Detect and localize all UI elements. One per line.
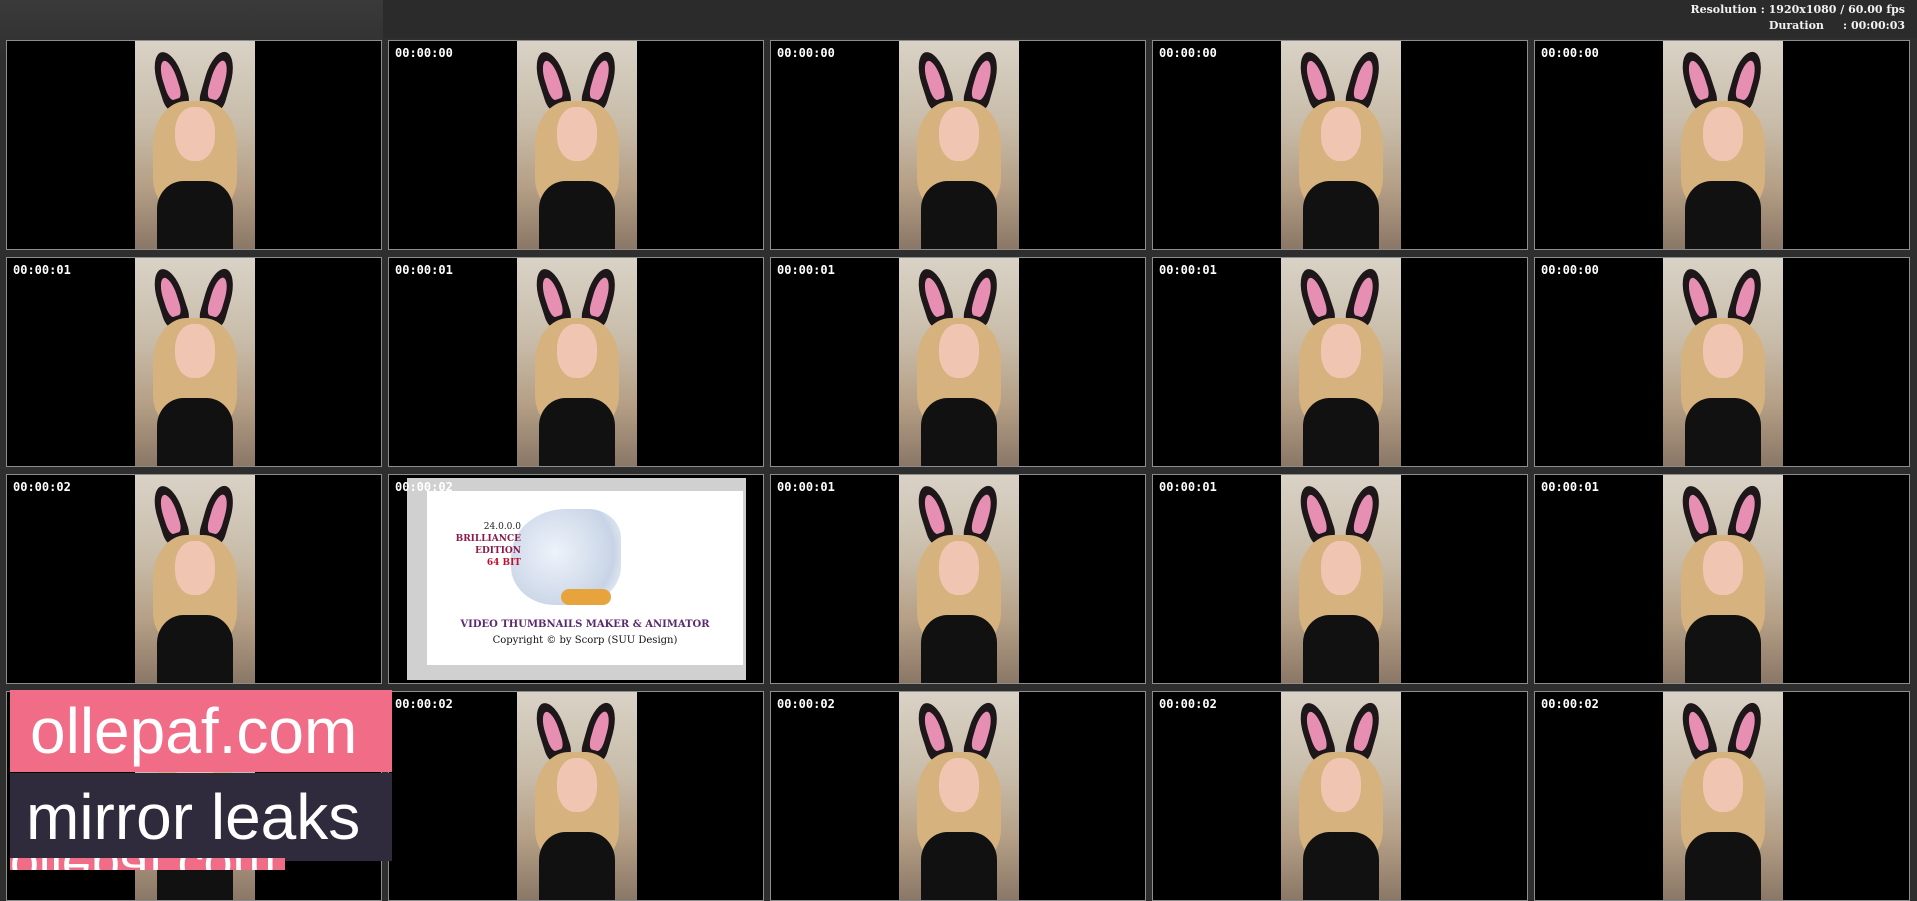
watermark-caption-banner: mirror leaks bbox=[10, 773, 392, 861]
thumbnail-tile[interactable]: 00:00:01 bbox=[388, 257, 764, 467]
version-info: 24.0.0.0 BRILLIANCE EDITION 64 BIT bbox=[441, 521, 521, 569]
owl-logo-icon bbox=[511, 509, 621, 605]
timestamp: 00:00:01 bbox=[1541, 480, 1599, 494]
edition-line-2: EDITION bbox=[475, 546, 521, 556]
thumbnail-tile[interactable]: 00:00:00 bbox=[1152, 40, 1528, 250]
version-number: 24.0.0.0 bbox=[483, 522, 521, 532]
thumbnail-tile[interactable]: 00:00:01 bbox=[1534, 474, 1910, 684]
timestamp: 00:00:00 bbox=[395, 46, 453, 60]
resolution-label: Resolution bbox=[1690, 3, 1757, 16]
splash-title: VIDEO THUMBNAILS MAKER & ANIMATOR bbox=[460, 619, 710, 630]
thumbnail-tile[interactable]: 00:00:00 bbox=[1534, 40, 1910, 250]
timestamp: 00:00:02 bbox=[777, 697, 835, 711]
watermark-repeat-strip: ollepaf.com bbox=[10, 858, 285, 870]
timestamp: 00:00:01 bbox=[13, 263, 71, 277]
timestamp: 00:00:01 bbox=[1159, 480, 1217, 494]
timestamp: 00:00:01 bbox=[395, 263, 453, 277]
timestamp: 00:00:01 bbox=[777, 480, 835, 494]
edition-line-1: BRILLIANCE bbox=[455, 534, 521, 544]
thumbnail-tile[interactable]: 00:00:01 bbox=[770, 474, 1146, 684]
timestamp: 00:00:00 bbox=[1159, 46, 1217, 60]
video-metadata: Resolution : 1920x1080 / 60.00 fps Durat… bbox=[1690, 3, 1905, 32]
thumbnail-tile[interactable]: 00:00:01 bbox=[770, 257, 1146, 467]
duration-value: 00:00:03 bbox=[1850, 19, 1905, 32]
thumbnail-tile[interactable]: 00:00:01 bbox=[1152, 474, 1528, 684]
timestamp: 00:00:02 bbox=[1541, 697, 1599, 711]
timestamp: 00:00:02 bbox=[395, 697, 453, 711]
timestamp: 00:00:02 bbox=[395, 480, 453, 494]
thumbnail-tile[interactable]: 00:00:01 bbox=[1152, 257, 1528, 467]
timestamp: 00:00:01 bbox=[1159, 263, 1217, 277]
timestamp: 00:00:02 bbox=[13, 480, 71, 494]
thumbnail-tile[interactable] bbox=[6, 40, 382, 250]
thumbnail-tile[interactable]: 00:00:00 bbox=[1534, 257, 1910, 467]
thumbnail-tile[interactable]: 00:00:00 bbox=[388, 40, 764, 250]
thumbnail-tile[interactable]: 00:00:01 bbox=[6, 257, 382, 467]
timestamp: 00:00:00 bbox=[1541, 46, 1599, 60]
thumbnail-tile[interactable]: 00:00:00 bbox=[770, 40, 1146, 250]
bits-label: 64 BIT bbox=[486, 558, 521, 568]
timestamp: 00:00:01 bbox=[777, 263, 835, 277]
splash-frame: 24.0.0.0 BRILLIANCE EDITION 64 BIT VIDEO… bbox=[407, 478, 746, 680]
watermark-site-banner: ollepaf.com bbox=[10, 690, 392, 772]
timestamp: 00:00:00 bbox=[777, 46, 835, 60]
splash-screen: 24.0.0.0 BRILLIANCE EDITION 64 BIT VIDEO… bbox=[427, 491, 743, 665]
resolution-value: 1920x1080 / 60.00 fps bbox=[1768, 3, 1905, 16]
thumbnail-tile[interactable]: 00:00:02 bbox=[6, 474, 382, 684]
thumbnail-tile-splash[interactable]: 24.0.0.0 BRILLIANCE EDITION 64 BIT VIDEO… bbox=[388, 474, 764, 684]
timestamp: 00:00:00 bbox=[1541, 263, 1599, 277]
timestamp: 00:00:02 bbox=[1159, 697, 1217, 711]
duration-label: Duration bbox=[1768, 19, 1824, 32]
splash-copyright: Copyright © by Scorp (SUU Design) bbox=[492, 635, 678, 646]
watermark-repeat-text: ollepaf.com bbox=[10, 858, 285, 870]
